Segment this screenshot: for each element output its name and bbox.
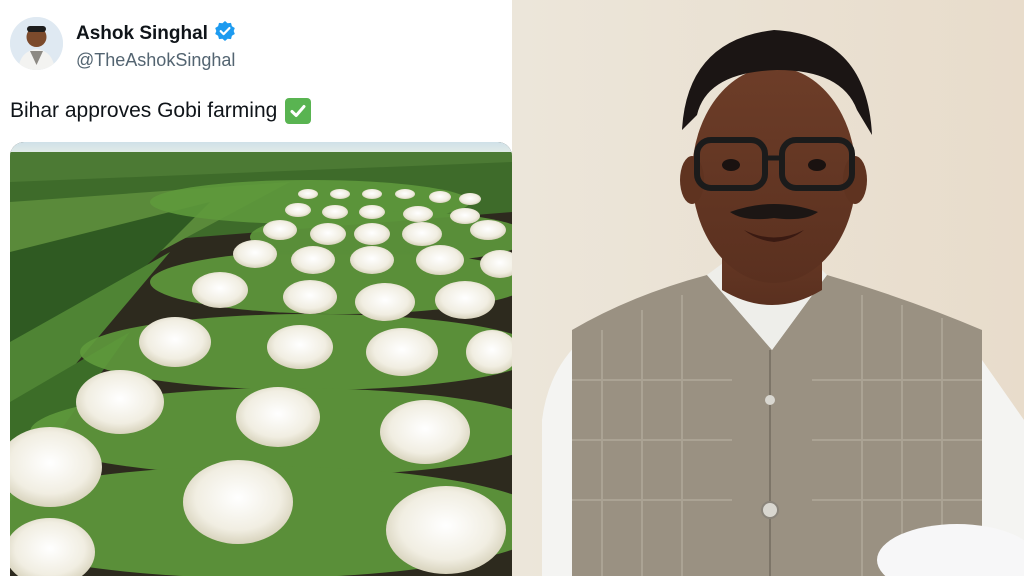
tweet-media-image[interactable] [10, 142, 512, 576]
author-name[interactable]: Ashok Singhal [76, 23, 208, 45]
portrait-photo [512, 0, 1024, 576]
tweet-card: Ashok Singhal @TheAshokSinghal Bihar app… [0, 0, 512, 576]
tweet-text-content: Bihar approves Gobi farming [10, 99, 278, 122]
verified-badge-icon [214, 20, 236, 47]
author-avatar[interactable] [10, 17, 63, 70]
author-handle[interactable]: @TheAshokSinghal [76, 50, 235, 71]
tweet-text: Bihar approves Gobi farming [10, 98, 312, 124]
check-mark-emoji-icon [285, 98, 312, 124]
